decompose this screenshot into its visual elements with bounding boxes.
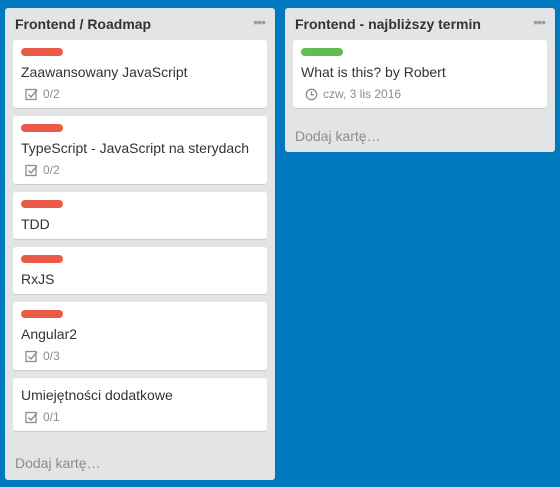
checklist-badge: 0/1 xyxy=(25,409,259,425)
card-zaawansowany-javascript[interactable]: Zaawansowany JavaScript 0/2 xyxy=(13,40,267,108)
clock-icon xyxy=(305,88,318,100)
due-date: czw, 3 lis 2016 xyxy=(323,87,402,101)
label-green xyxy=(301,48,343,56)
card-title: Angular2 xyxy=(21,326,78,342)
list-header: Frontend / Roadmap ••• xyxy=(5,8,275,40)
label-red xyxy=(21,124,63,132)
checklist-badge: 0/2 xyxy=(25,86,259,102)
card-title: RxJS xyxy=(21,271,55,287)
card-container: What is this? by Robert czw, 3 lis 2016 xyxy=(285,40,555,108)
card-what-is-this[interactable]: What is this? by Robert czw, 3 lis 2016 xyxy=(293,40,547,108)
checkbox-icon xyxy=(25,164,38,176)
checklist-count: 0/2 xyxy=(43,163,60,177)
label-red xyxy=(21,310,63,318)
card-title: Zaawansowany JavaScript xyxy=(21,64,188,80)
add-card-link[interactable]: Dodaj kartę… xyxy=(295,128,381,144)
label-red xyxy=(21,255,63,263)
card-container: Zaawansowany JavaScript 0/2 TypeScript -… xyxy=(5,40,275,431)
card-title: What is this? by Robert xyxy=(301,64,446,80)
card-tdd[interactable]: TDD xyxy=(13,192,267,239)
label-red xyxy=(21,48,63,56)
card-title: Umiejętności dodatkowe xyxy=(21,387,173,403)
checklist-badge: 0/2 xyxy=(25,162,259,178)
card-umiejetnosci-dodatkowe[interactable]: Umiejętności dodatkowe 0/1 xyxy=(13,378,267,431)
ellipsis-icon[interactable]: ••• xyxy=(533,14,546,30)
ellipsis-icon[interactable]: ••• xyxy=(253,14,266,30)
card-title: TypeScript - JavaScript na sterydach xyxy=(21,140,249,156)
list-title[interactable]: Frontend / Roadmap xyxy=(15,16,151,32)
due-date-badge: czw, 3 lis 2016 xyxy=(305,86,539,102)
checklist-count: 0/3 xyxy=(43,349,60,363)
checkbox-icon xyxy=(25,411,38,423)
add-card-link[interactable]: Dodaj kartę… xyxy=(15,455,101,471)
list-title[interactable]: Frontend - najbliższy termin xyxy=(295,16,481,32)
checklist-count: 0/2 xyxy=(43,87,60,101)
checkbox-icon xyxy=(25,350,38,362)
card-title: TDD xyxy=(21,216,50,232)
list-header: Frontend - najbliższy termin ••• xyxy=(285,8,555,40)
checklist-count: 0/1 xyxy=(43,410,60,424)
checkbox-icon xyxy=(25,88,38,100)
card-typescript[interactable]: TypeScript - JavaScript na sterydach 0/2 xyxy=(13,116,267,184)
card-angular2[interactable]: Angular2 0/3 xyxy=(13,302,267,370)
card-rxjs[interactable]: RxJS xyxy=(13,247,267,294)
checklist-badge: 0/3 xyxy=(25,348,259,364)
list-frontend-najblizszy-termin: Frontend - najbliższy termin ••• What is… xyxy=(285,8,555,152)
label-red xyxy=(21,200,63,208)
list-frontend-roadmap: Frontend / Roadmap ••• Zaawansowany Java… xyxy=(5,8,275,480)
